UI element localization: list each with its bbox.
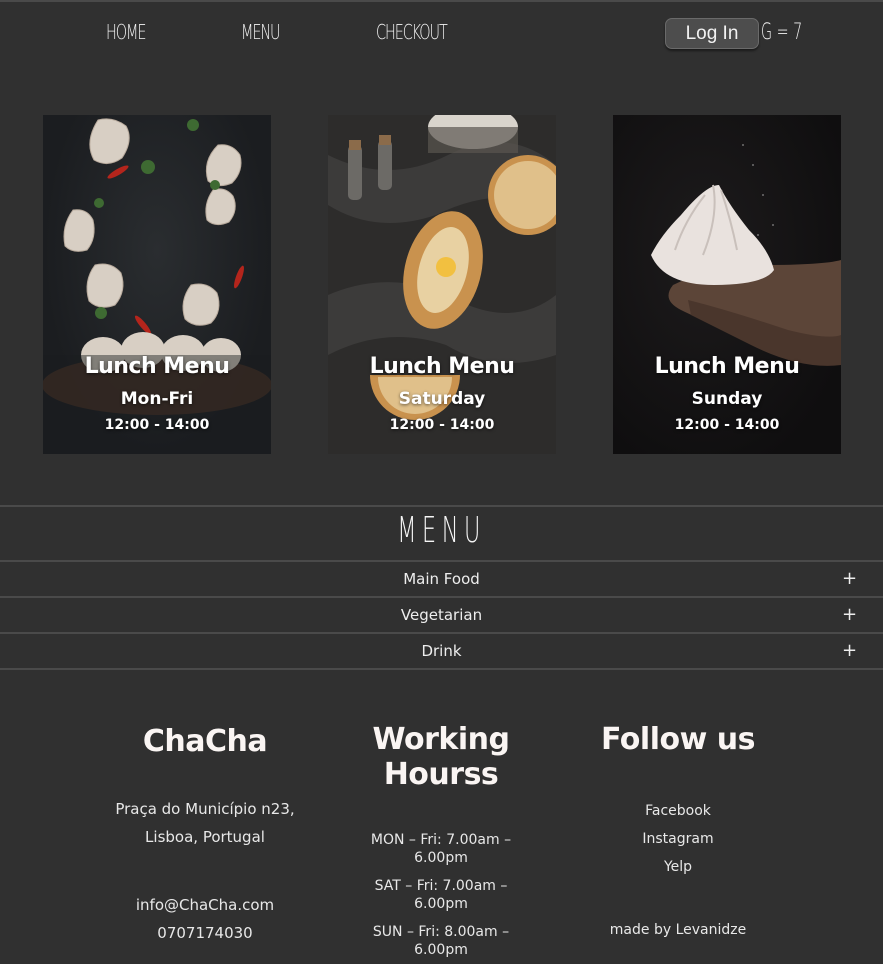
category-label: Vegetarian (400, 606, 483, 624)
address-line-1: Praça do Município n23, (115, 800, 295, 818)
footer-hours-column: Working Hourss MON – Fri: 7.00am – 6.00p… (346, 722, 536, 964)
lunch-card-saturday[interactable]: Lunch Menu Saturday 12:00 - 14:00 (328, 115, 556, 454)
email[interactable]: info@ChaCha.com (95, 891, 315, 919)
expand-plus-icon[interactable]: + (842, 640, 857, 661)
phone[interactable]: 0707174030 (95, 919, 315, 947)
lunch-card-mon-fri[interactable]: Lunch Menu Mon-Fri 12:00 - 14:00 (43, 115, 271, 454)
made-by-credit: made by Levanidze (609, 922, 747, 938)
card-time: 12:00 - 14:00 (389, 417, 495, 433)
hours-item: SUN – Fri: 8.00am – 6.00pm (372, 924, 510, 958)
nav-home-link[interactable]: HOME (106, 20, 146, 44)
footer-brand-column: ChaCha Praça do Município n23, Lisboa, P… (95, 724, 315, 947)
follow-title: Follow us (601, 722, 755, 757)
menu-section-title: MENU (0, 510, 883, 551)
menu-category-vegetarian[interactable]: Vegetarian + (0, 598, 883, 632)
card-day: Sunday (691, 389, 763, 409)
card-day: Mon-Fri (120, 389, 194, 409)
card-title: Lunch Menu (654, 354, 800, 379)
facebook-link[interactable]: Facebook (583, 797, 773, 825)
category-label: Drink (421, 642, 462, 660)
address: Praça do Município n23, Lisboa, Portugal (95, 795, 315, 851)
address-line-2: Lisboa, Portugal (145, 828, 265, 846)
card-title: Lunch Menu (369, 354, 515, 379)
card-text: Lunch Menu Mon-Fri 12:00 - 14:00 (43, 353, 271, 434)
card-time: 12:00 - 14:00 (104, 417, 210, 433)
expand-plus-icon[interactable]: + (842, 568, 857, 589)
menu-category-drink[interactable]: Drink + (0, 634, 883, 668)
menu-title-text: MENU (397, 510, 486, 551)
expand-plus-icon[interactable]: + (842, 604, 857, 625)
nav-checkout-link[interactable]: CHECKOUT (376, 20, 448, 44)
hours-item: MON – Fri: 7.00am – 6.00pm (370, 832, 512, 866)
contact: info@ChaCha.com 0707174030 (95, 891, 315, 947)
category-label: Main Food (403, 570, 480, 588)
divider (0, 505, 883, 507)
hours-title-line-2: Hourss (383, 757, 499, 792)
login-button[interactable]: Log In (665, 18, 759, 49)
social-links: Facebook Instagram Yelp (583, 797, 773, 881)
brand-name: ChaCha (142, 724, 268, 759)
card-day: Saturday (398, 389, 486, 409)
divider (0, 668, 883, 670)
top-nav: HOME MENU CHECKOUT Log In G = 7 (0, 2, 883, 66)
footer-follow-column: Follow us Facebook Instagram Yelp made b… (583, 722, 773, 939)
hours-title-line-1: Working (372, 722, 511, 757)
menu-category-main-food[interactable]: Main Food + (0, 562, 883, 596)
card-text: Lunch Menu Sunday 12:00 - 14:00 (613, 353, 841, 434)
card-time: 12:00 - 14:00 (674, 417, 780, 433)
card-text: Lunch Menu Saturday 12:00 - 14:00 (328, 353, 556, 434)
card-title: Lunch Menu (84, 354, 230, 379)
cart-count[interactable]: G = 7 (761, 20, 802, 45)
lunch-card-sunday[interactable]: Lunch Menu Sunday 12:00 - 14:00 (613, 115, 841, 454)
hours-list: MON – Fri: 7.00am – 6.00pm SAT – Fri: 7.… (346, 831, 536, 959)
yelp-link[interactable]: Yelp (583, 853, 773, 881)
hours-title: Working Hourss (346, 722, 536, 792)
nav-menu-link[interactable]: MENU (241, 20, 281, 44)
instagram-link[interactable]: Instagram (583, 825, 773, 853)
hours-item: SAT – Fri: 7.00am – 6.00pm (374, 878, 508, 912)
